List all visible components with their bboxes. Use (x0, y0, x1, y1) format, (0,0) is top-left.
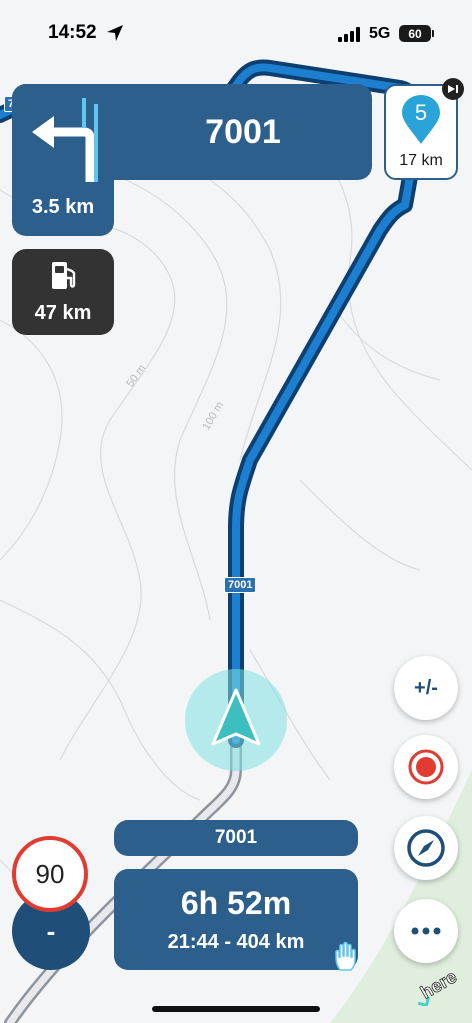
record-icon (408, 749, 444, 785)
trip-eta-distance: 21:44 - 404 km (167, 931, 305, 953)
battery-icon: 60 (399, 25, 431, 42)
fuel-distance: 47 km (34, 302, 92, 324)
status-time: 14:52 (48, 22, 97, 43)
status-bar: 14:52 5G 60 (0, 0, 472, 64)
location-arrow-icon (107, 25, 123, 41)
hand-stop-icon[interactable] (334, 940, 360, 972)
waypoint-distance: 17 km (399, 152, 443, 169)
compass-button[interactable] (394, 816, 458, 880)
more-icon (411, 927, 441, 935)
waypoint-number: 5 (414, 100, 428, 125)
turn-left-icon (32, 98, 98, 182)
current-position-icon (185, 669, 287, 771)
signal-icon (338, 27, 360, 42)
fuel-pump-icon (52, 262, 76, 289)
home-indicator[interactable] (152, 1006, 320, 1012)
more-options-button[interactable] (394, 899, 458, 963)
network-label: 5G (369, 25, 391, 42)
road-shield: 7001 (224, 577, 257, 593)
maneuver-road-name: 7001 (205, 112, 281, 151)
fuel-station-card[interactable]: 47 km (12, 249, 114, 335)
speed-limit-sign: 90 (12, 836, 88, 912)
trip-summary-card[interactable]: 6h 52m 21:44 - 404 km (114, 869, 358, 970)
compass-icon (407, 829, 445, 867)
maneuver-distance: 3.5 km (31, 196, 95, 218)
here-logo: here (417, 966, 460, 1006)
trip-duration: 6h 52m (180, 885, 292, 921)
svg-text:here: here (417, 966, 460, 1002)
battery-tip (432, 30, 434, 37)
zoom-button[interactable]: +/- (394, 656, 458, 720)
skip-icon (448, 85, 458, 93)
current-road-name: 7001 (114, 820, 358, 856)
skip-waypoint-button[interactable] (442, 78, 464, 100)
record-button[interactable] (394, 735, 458, 799)
